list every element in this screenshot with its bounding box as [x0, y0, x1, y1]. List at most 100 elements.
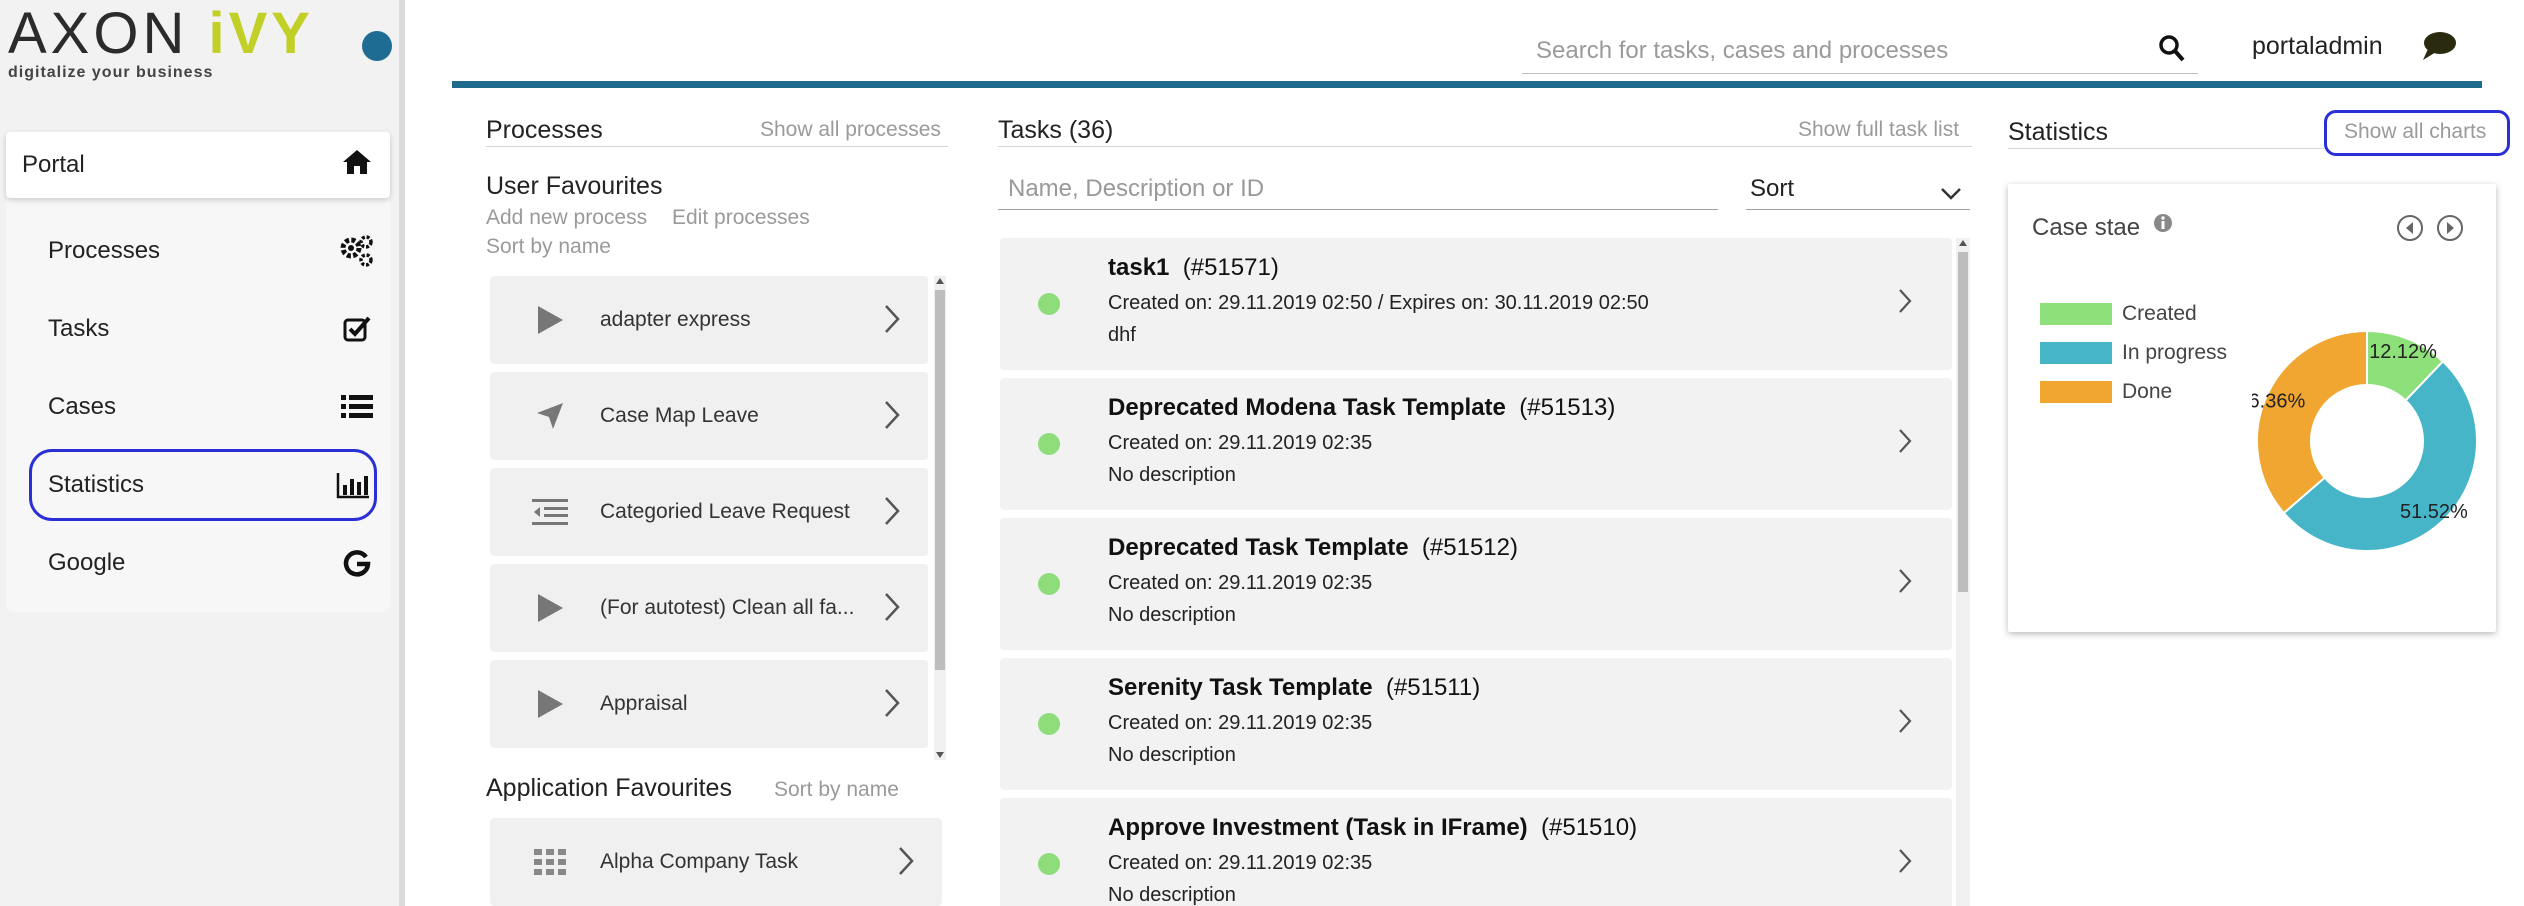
menu-item-cases[interactable]: Cases	[6, 368, 390, 446]
menu-item-google[interactable]: Google	[6, 524, 390, 602]
task-description: No description	[1108, 744, 1236, 766]
chart-title: Case stae	[2032, 214, 2141, 241]
scroll-thumb[interactable]	[935, 290, 945, 670]
scroll-up-arrow[interactable]	[1959, 240, 1967, 246]
process-name: Alpha Company Task	[600, 850, 799, 873]
info-icon[interactable]	[2152, 212, 2174, 239]
header-accent-bar	[452, 81, 2482, 88]
task-filter-input[interactable]: Name, Description or ID	[998, 168, 1718, 210]
task-dates: Created on: 29.11.2019 02:35	[1108, 712, 1373, 734]
indent-list-icon	[530, 492, 570, 532]
legend-swatch	[2040, 342, 2112, 364]
divider	[998, 146, 1972, 147]
task-id: (#51511)	[1385, 674, 1481, 701]
legend-item[interactable]: In progress	[2040, 341, 2227, 365]
donut-label: 36.36%	[2252, 391, 2305, 413]
app-sort-by-name-link[interactable]: Sort by name	[774, 778, 899, 802]
username[interactable]: portaladmin	[2252, 32, 2383, 61]
task-name: Deprecated Modena Task Template	[1108, 394, 1506, 421]
chevron-right-icon	[1898, 288, 1912, 319]
process-item[interactable]: Appraisal	[490, 660, 928, 748]
menu-item-label: Statistics	[48, 471, 145, 498]
task-id: (#51571)	[1182, 254, 1279, 281]
task-item[interactable]: Approve Investment (Task in IFrame) (#51…	[1000, 798, 1952, 906]
grid-icon	[530, 842, 570, 882]
play-icon	[530, 684, 570, 724]
process-item[interactable]: Case Map Leave	[490, 372, 928, 460]
main-menu: Portal Processes Tasks Cases Statistics …	[6, 132, 390, 612]
scroll-up-arrow[interactable]	[936, 278, 944, 284]
add-new-process-link[interactable]: Add new process	[486, 206, 647, 230]
menu-item-label: Cases	[48, 393, 117, 420]
chat-icon[interactable]	[2420, 30, 2458, 67]
task-description: No description	[1108, 604, 1236, 626]
chart-prev-icon[interactable]	[2396, 214, 2424, 247]
task-state-dot	[1038, 853, 1060, 875]
legend-item[interactable]: Done	[2040, 380, 2172, 404]
donut-chart: 12.12% 51.52% 36.36%	[2252, 329, 2478, 552]
show-full-task-list-link[interactable]: Show full task list	[1798, 118, 1959, 142]
logo-brand-accent: iVY	[208, 1, 314, 66]
task-name: Serenity Task Template	[1108, 674, 1373, 701]
menu-item-statistics[interactable]: Statistics	[26, 446, 380, 524]
menu-item-tasks[interactable]: Tasks	[6, 290, 390, 368]
scroll-thumb[interactable]	[1958, 252, 1968, 592]
task-dates: Created on: 29.11.2019 02:35	[1108, 572, 1373, 594]
processes-scrollbar[interactable]	[934, 276, 946, 760]
statistics-chart-card: Case stae Created In progress Done 12.12…	[2008, 184, 2496, 632]
donut-slice[interactable]	[2256, 329, 2368, 515]
chevron-right-icon	[884, 688, 900, 723]
task-sort-select[interactable]: Sort	[1746, 168, 1970, 210]
task-dates: Created on: 29.11.2019 02:50 / Expires o…	[1108, 292, 1649, 314]
tasks-scrollbar[interactable]	[1956, 238, 1970, 906]
logo-tagline: digitalize your business	[8, 64, 214, 81]
process-item[interactable]: adapter express	[490, 276, 928, 364]
process-item[interactable]: (For autotest) Clean all fa...	[490, 564, 928, 652]
chevron-right-icon	[884, 304, 900, 339]
menu-item-label: Portal	[22, 151, 85, 178]
menu-item-processes[interactable]: Processes	[6, 212, 390, 290]
chevron-right-icon	[898, 846, 914, 881]
legend-swatch	[2040, 381, 2112, 403]
chevron-right-icon	[884, 496, 900, 531]
search-input[interactable]	[1522, 35, 2142, 66]
task-item[interactable]: Deprecated Modena Task Template (#51513)…	[1000, 378, 1952, 510]
logo-brand-main: AXON	[8, 1, 209, 66]
menu-item-portal[interactable]: Portal	[6, 132, 390, 198]
show-all-processes-link[interactable]: Show all processes	[760, 118, 941, 142]
task-state-dot	[1038, 573, 1060, 595]
donut-label: 51.52%	[2400, 501, 2468, 523]
process-item[interactable]: Categoried Leave Request	[490, 468, 928, 556]
task-state-dot	[1038, 433, 1060, 455]
gears-icon	[338, 232, 376, 270]
task-name: task1	[1108, 254, 1170, 281]
checkbox-icon	[338, 310, 376, 348]
chevron-right-icon	[1898, 568, 1912, 599]
task-item[interactable]: Deprecated Task Template (#51512) Create…	[1000, 518, 1952, 650]
task-id: (#51510)	[1541, 814, 1638, 841]
chevron-right-icon	[1898, 428, 1912, 459]
scroll-down-arrow[interactable]	[936, 752, 944, 758]
legend-swatch	[2040, 303, 2112, 325]
user-favourites-list: adapter express Case Map Leave Categorie…	[490, 276, 928, 756]
chart-next-icon[interactable]	[2436, 214, 2464, 247]
task-state-dot	[1038, 293, 1060, 315]
process-name: Categoried Leave Request	[600, 500, 850, 523]
task-item[interactable]: Serenity Task Template (#51511) Created …	[1000, 658, 1952, 790]
task-dates: Created on: 29.11.2019 02:35	[1108, 432, 1373, 454]
app-process-item[interactable]: Alpha Company Task	[490, 818, 942, 906]
sidebar: AXON iVY digitalize your business Portal…	[0, 0, 405, 906]
legend-label: Created	[2122, 302, 2197, 325]
edit-processes-link[interactable]: Edit processes	[672, 206, 810, 230]
tasks-title: Tasks (36)	[998, 116, 1114, 144]
chevron-right-icon	[1898, 848, 1912, 879]
sort-by-name-link[interactable]: Sort by name	[486, 235, 611, 259]
search-icon[interactable]	[2158, 34, 2186, 69]
task-item[interactable]: task1 (#51571) Created on: 29.11.2019 02…	[1000, 238, 1952, 370]
chevron-down-icon	[1940, 180, 1962, 208]
legend-item[interactable]: Created	[2040, 302, 2197, 326]
process-name: adapter express	[600, 308, 751, 331]
home-icon	[342, 148, 372, 183]
task-name: Deprecated Task Template	[1108, 534, 1409, 561]
axon-ivy-logo[interactable]: AXON iVY digitalize your business	[8, 4, 314, 82]
